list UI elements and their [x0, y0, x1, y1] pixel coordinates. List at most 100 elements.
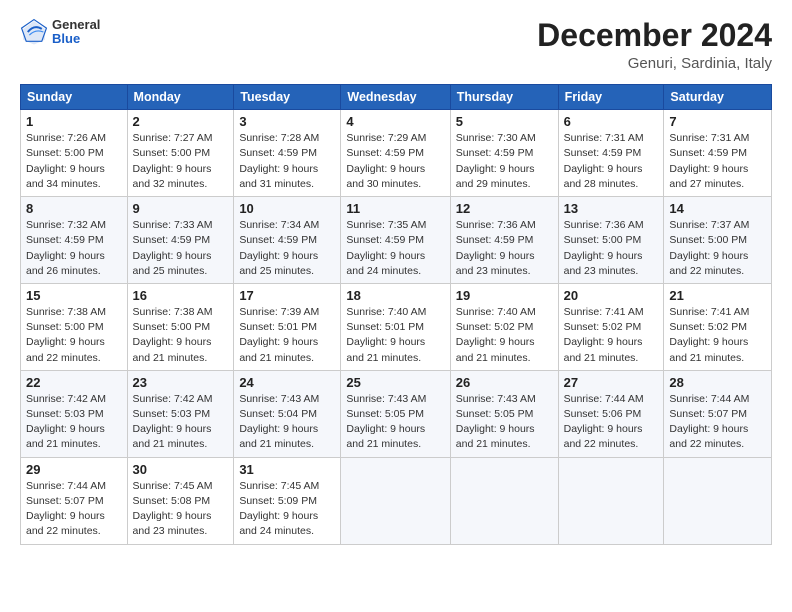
calendar-cell: 29 Sunrise: 7:44 AMSunset: 5:07 PMDayligh…	[21, 457, 128, 544]
day-detail: Sunrise: 7:31 AMSunset: 4:59 PMDaylight:…	[564, 131, 659, 192]
day-detail: Sunrise: 7:39 AMSunset: 5:01 PMDaylight:…	[239, 305, 335, 366]
calendar-cell: 1 Sunrise: 7:26 AMSunset: 5:00 PMDaylight…	[21, 110, 128, 197]
day-number: 22	[26, 375, 122, 390]
weekday-header: Friday	[558, 85, 664, 110]
day-number: 27	[564, 375, 659, 390]
calendar-cell: 31Sunrise: 7:45 AMSunset: 5:09 PMDayligh…	[234, 457, 341, 544]
day-number: 16	[133, 288, 229, 303]
calendar-cell: 19 Sunrise: 7:40 AMSunset: 5:02 PMDayligh…	[450, 283, 558, 370]
calendar-cell: 8 Sunrise: 7:32 AMSunset: 4:59 PMDaylight…	[21, 197, 128, 284]
day-detail: Sunrise: 7:36 AMSunset: 4:59 PMDaylight:…	[456, 218, 553, 279]
day-detail: Sunrise: 7:41 AMSunset: 5:02 PMDaylight:…	[669, 305, 766, 366]
day-detail: Sunrise: 7:42 AMSunset: 5:03 PMDaylight:…	[26, 392, 122, 453]
calendar-cell: 21 Sunrise: 7:41 AMSunset: 5:02 PMDayligh…	[664, 283, 772, 370]
calendar-cell: 27 Sunrise: 7:44 AMSunset: 5:06 PMDayligh…	[558, 370, 664, 457]
month-title: December 2024	[537, 18, 772, 53]
day-number: 23	[133, 375, 229, 390]
day-number: 18	[346, 288, 444, 303]
day-number: 26	[456, 375, 553, 390]
calendar-header: SundayMondayTuesdayWednesdayThursdayFrid…	[21, 85, 772, 110]
day-number: 25	[346, 375, 444, 390]
day-detail: Sunrise: 7:31 AMSunset: 4:59 PMDaylight:…	[669, 131, 766, 192]
day-number: 8	[26, 201, 122, 216]
calendar-cell: 30 Sunrise: 7:45 AMSunset: 5:08 PMDayligh…	[127, 457, 234, 544]
calendar-cell: 2 Sunrise: 7:27 AMSunset: 5:00 PMDaylight…	[127, 110, 234, 197]
day-number: 21	[669, 288, 766, 303]
calendar-cell: 7Sunrise: 7:31 AMSunset: 4:59 PMDaylight…	[664, 110, 772, 197]
calendar-cell: 18 Sunrise: 7:40 AMSunset: 5:01 PMDayligh…	[341, 283, 450, 370]
day-detail: Sunrise: 7:28 AMSunset: 4:59 PMDaylight:…	[239, 131, 335, 192]
logo-blue: Blue	[52, 32, 100, 46]
calendar-cell: 13 Sunrise: 7:36 AMSunset: 5:00 PMDayligh…	[558, 197, 664, 284]
day-detail: Sunrise: 7:44 AMSunset: 5:07 PMDaylight:…	[669, 392, 766, 453]
day-number: 2	[133, 114, 229, 129]
day-detail: Sunrise: 7:38 AMSunset: 5:00 PMDaylight:…	[26, 305, 122, 366]
calendar-cell: 9Sunrise: 7:33 AMSunset: 4:59 PMDaylight…	[127, 197, 234, 284]
calendar-cell: 4Sunrise: 7:29 AMSunset: 4:59 PMDaylight…	[341, 110, 450, 197]
day-number: 30	[133, 462, 229, 477]
day-detail: Sunrise: 7:38 AMSunset: 5:00 PMDaylight:…	[133, 305, 229, 366]
day-number: 6	[564, 114, 659, 129]
day-detail: Sunrise: 7:36 AMSunset: 5:00 PMDaylight:…	[564, 218, 659, 279]
day-detail: Sunrise: 7:27 AMSunset: 5:00 PMDaylight:…	[133, 131, 229, 192]
title-block: December 2024 Genuri, Sardinia, Italy	[537, 18, 772, 72]
logo-text: General Blue	[52, 18, 100, 47]
logo: General Blue	[20, 18, 100, 47]
day-detail: Sunrise: 7:44 AMSunset: 5:07 PMDaylight:…	[26, 479, 122, 540]
calendar-cell: 24 Sunrise: 7:43 AMSunset: 5:04 PMDayligh…	[234, 370, 341, 457]
calendar-cell: 17 Sunrise: 7:39 AMSunset: 5:01 PMDayligh…	[234, 283, 341, 370]
day-number: 19	[456, 288, 553, 303]
weekday-header: Tuesday	[234, 85, 341, 110]
day-detail: Sunrise: 7:45 AMSunset: 5:08 PMDaylight:…	[133, 479, 229, 540]
day-detail: Sunrise: 7:43 AMSunset: 5:04 PMDaylight:…	[239, 392, 335, 453]
day-detail: Sunrise: 7:30 AMSunset: 4:59 PMDaylight:…	[456, 131, 553, 192]
day-detail: Sunrise: 7:41 AMSunset: 5:02 PMDaylight:…	[564, 305, 659, 366]
calendar-week-row: 22 Sunrise: 7:42 AMSunset: 5:03 PMDayligh…	[21, 370, 772, 457]
calendar-cell: 5 Sunrise: 7:30 AMSunset: 4:59 PMDaylight…	[450, 110, 558, 197]
calendar-cell: 28 Sunrise: 7:44 AMSunset: 5:07 PMDayligh…	[664, 370, 772, 457]
calendar-week-row: 8 Sunrise: 7:32 AMSunset: 4:59 PMDaylight…	[21, 197, 772, 284]
calendar-cell: 10Sunrise: 7:34 AMSunset: 4:59 PMDayligh…	[234, 197, 341, 284]
day-detail: Sunrise: 7:35 AMSunset: 4:59 PMDaylight:…	[346, 218, 444, 279]
day-detail: Sunrise: 7:45 AMSunset: 5:09 PMDaylight:…	[239, 479, 335, 540]
day-detail: Sunrise: 7:43 AMSunset: 5:05 PMDaylight:…	[346, 392, 444, 453]
day-number: 12	[456, 201, 553, 216]
calendar-cell: 12 Sunrise: 7:36 AMSunset: 4:59 PMDayligh…	[450, 197, 558, 284]
calendar-body: 1 Sunrise: 7:26 AMSunset: 5:00 PMDaylight…	[21, 110, 772, 544]
calendar-cell: 6 Sunrise: 7:31 AMSunset: 4:59 PMDaylight…	[558, 110, 664, 197]
calendar-cell: 22 Sunrise: 7:42 AMSunset: 5:03 PMDayligh…	[21, 370, 128, 457]
day-detail: Sunrise: 7:32 AMSunset: 4:59 PMDaylight:…	[26, 218, 122, 279]
calendar-cell: 23 Sunrise: 7:42 AMSunset: 5:03 PMDayligh…	[127, 370, 234, 457]
calendar-cell	[450, 457, 558, 544]
logo-icon	[20, 18, 48, 46]
calendar-cell: 15Sunrise: 7:38 AMSunset: 5:00 PMDayligh…	[21, 283, 128, 370]
day-number: 13	[564, 201, 659, 216]
day-detail: Sunrise: 7:33 AMSunset: 4:59 PMDaylight:…	[133, 218, 229, 279]
day-detail: Sunrise: 7:26 AMSunset: 5:00 PMDaylight:…	[26, 131, 122, 192]
calendar-cell: 11 Sunrise: 7:35 AMSunset: 4:59 PMDayligh…	[341, 197, 450, 284]
day-number: 24	[239, 375, 335, 390]
day-number: 29	[26, 462, 122, 477]
day-detail: Sunrise: 7:34 AMSunset: 4:59 PMDaylight:…	[239, 218, 335, 279]
day-detail: Sunrise: 7:40 AMSunset: 5:02 PMDaylight:…	[456, 305, 553, 366]
day-detail: Sunrise: 7:40 AMSunset: 5:01 PMDaylight:…	[346, 305, 444, 366]
day-detail: Sunrise: 7:44 AMSunset: 5:06 PMDaylight:…	[564, 392, 659, 453]
weekday-row: SundayMondayTuesdayWednesdayThursdayFrid…	[21, 85, 772, 110]
day-number: 1	[26, 114, 122, 129]
day-detail: Sunrise: 7:42 AMSunset: 5:03 PMDaylight:…	[133, 392, 229, 453]
calendar-cell: 16 Sunrise: 7:38 AMSunset: 5:00 PMDayligh…	[127, 283, 234, 370]
calendar-week-row: 15Sunrise: 7:38 AMSunset: 5:00 PMDayligh…	[21, 283, 772, 370]
day-number: 28	[669, 375, 766, 390]
calendar-cell	[341, 457, 450, 544]
day-number: 17	[239, 288, 335, 303]
day-detail: Sunrise: 7:37 AMSunset: 5:00 PMDaylight:…	[669, 218, 766, 279]
calendar-cell: 3Sunrise: 7:28 AMSunset: 4:59 PMDaylight…	[234, 110, 341, 197]
day-number: 5	[456, 114, 553, 129]
day-number: 4	[346, 114, 444, 129]
calendar: SundayMondayTuesdayWednesdayThursdayFrid…	[20, 84, 772, 544]
page: General Blue December 2024 Genuri, Sardi…	[0, 0, 792, 555]
day-number: 11	[346, 201, 444, 216]
calendar-cell	[664, 457, 772, 544]
logo-general: General	[52, 18, 100, 32]
day-number: 20	[564, 288, 659, 303]
